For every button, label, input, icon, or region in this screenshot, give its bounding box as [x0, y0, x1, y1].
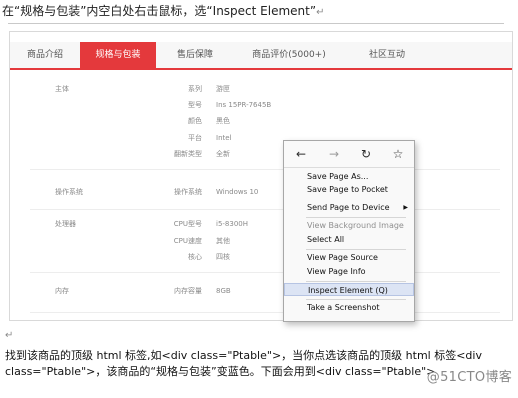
spec-group-label: 主体 [55, 85, 69, 93]
back-icon[interactable]: ← [291, 145, 311, 163]
forward-icon[interactable]: → [324, 145, 344, 163]
top-rule [8, 23, 504, 24]
menu-item-view-background-image[interactable]: View Background Image [284, 219, 414, 232]
tab-spec-packaging[interactable]: 规格与包装 [80, 42, 156, 68]
spec-divider [30, 169, 500, 170]
menu-separator [306, 217, 406, 218]
spec-divider [30, 312, 500, 313]
paragraph-mark: ↵ [316, 7, 325, 18]
instruction-top-text: 在“规格与包装”内空白处右击鼠标，选“Inspect Element” [2, 4, 317, 18]
spec-value: 游匣 [216, 85, 230, 93]
spec-divider [30, 272, 500, 273]
instruction-top: 在“规格与包装”内空白处右击鼠标，选“Inspect Element”↵ [2, 3, 512, 31]
watermark: @51CTO博客 [426, 370, 512, 385]
spec-key: 翻新类型 [174, 150, 202, 158]
context-menu: ← → ↻ ☆ Save Page As... Save Page to Poc… [283, 140, 415, 322]
paragraph-mark: ↵ [5, 330, 14, 341]
spec-table: 主体 系列 游匣 型号 Ins 15PR-7645B 颜色 黑色 平台 Inte… [10, 72, 512, 320]
spec-key: 操作系统 [174, 188, 202, 196]
menu-item-save-page-as[interactable]: Save Page As... [284, 170, 414, 183]
spec-row: 主体 系列 游匣 [10, 81, 512, 97]
product-tabs: 商品介绍 规格与包装 售后保障 商品评价(5000+) 社区互动 [10, 42, 512, 70]
menu-item-label: Send Page to Device [307, 203, 390, 212]
menu-item-save-to-pocket[interactable]: Save Page to Pocket [284, 183, 414, 196]
menu-item-inspect-element[interactable]: Inspect Element (Q) [284, 283, 414, 296]
spec-row: 型号 Ins 15PR-7645B [10, 97, 512, 113]
menu-separator [306, 249, 406, 250]
spec-key: 核心 [188, 253, 202, 261]
tab-product-intro[interactable]: 商品介绍 [10, 42, 80, 68]
spec-key: 型号 [188, 101, 202, 109]
spec-key: 颜色 [188, 117, 202, 125]
spec-row: 内存 内存容量 8GB [10, 283, 512, 299]
instruction-bottom-line-1: 找到该商品的顶级 html 标签,如<div class="Ptable">，当… [5, 349, 482, 362]
menu-item-view-page-info[interactable]: View Page Info [284, 265, 414, 278]
bookmark-star-icon[interactable]: ☆ [388, 145, 408, 163]
menu-item-take-screenshot[interactable]: Take a Screenshot [284, 301, 414, 314]
menu-item-send-to-device[interactable]: Send Page to Device ▶ [284, 201, 414, 214]
spec-key: CPU型号 [173, 220, 202, 228]
spec-row: CPU速度 其他 [10, 233, 512, 249]
spec-row: 操作系统 操作系统 Windows 10 [10, 184, 512, 200]
spec-value: 黑色 [216, 117, 230, 125]
spec-row: 颜色 黑色 [10, 113, 512, 129]
spec-row: 核心 四核 [10, 249, 512, 265]
context-nav-bar: ← → ↻ ☆ [284, 141, 414, 168]
spec-row: 平台 Intel [10, 130, 512, 146]
menu-separator [306, 281, 406, 282]
tab-reviews[interactable]: 商品评价(5000+) [234, 42, 344, 68]
spec-key: 内存容量 [174, 287, 202, 295]
product-page-screenshot: 商品介绍 规格与包装 售后保障 商品评价(5000+) 社区互动 主体 系列 游… [9, 31, 513, 321]
spec-divider [30, 209, 500, 210]
spec-key: 系列 [188, 85, 202, 93]
spec-value: Ins 15PR-7645B [216, 101, 272, 109]
reload-icon[interactable]: ↻ [356, 145, 376, 163]
spec-group-label: 操作系统 [55, 188, 83, 196]
spec-group-label: 处理器 [55, 220, 76, 228]
spec-key: 平台 [188, 134, 202, 142]
tab-after-sales[interactable]: 售后保障 [156, 42, 234, 68]
menu-item-view-page-source[interactable]: View Page Source [284, 251, 414, 264]
spec-row: 处理器 CPU型号 i5-8300H [10, 216, 512, 232]
submenu-arrow-icon: ▶ [403, 204, 408, 211]
spec-row: 翻新类型 全新 [10, 146, 512, 162]
spec-group-label: 内存 [55, 287, 69, 295]
menu-separator [306, 299, 406, 300]
spec-key: CPU速度 [173, 237, 202, 245]
menu-item-select-all[interactable]: Select All [284, 233, 414, 246]
tab-community[interactable]: 社区互动 [344, 42, 430, 68]
